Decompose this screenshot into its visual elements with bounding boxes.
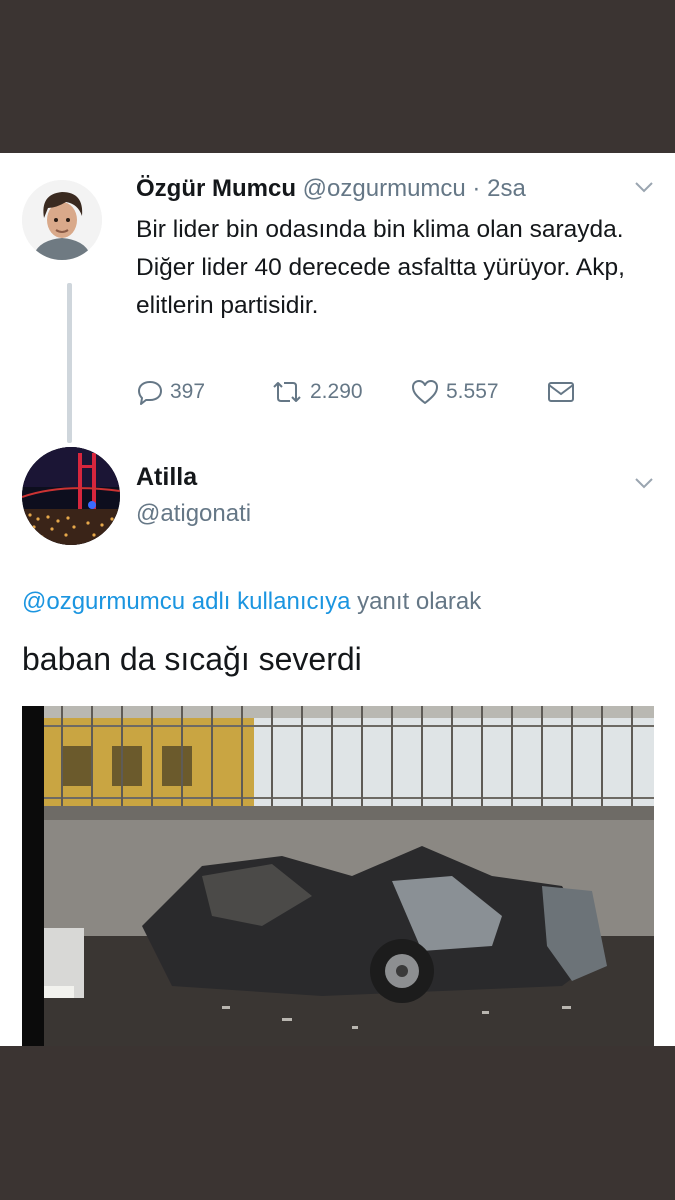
avatar[interactable] <box>22 447 120 545</box>
separator-dot: · <box>472 175 481 202</box>
replying-to-line: @ozgurmumcu adlı kullanıcıya yanıt olara… <box>22 588 481 616</box>
reply-icon <box>138 381 162 405</box>
chevron-down-icon[interactable] <box>634 177 654 200</box>
retweet-icon <box>273 382 301 402</box>
chevron-down-icon[interactable] <box>634 473 654 496</box>
bridge-night-photo <box>22 447 120 545</box>
retweet-count: 2.290 <box>310 380 363 403</box>
reply-author-handle[interactable]: @atigonati <box>136 500 251 528</box>
wrecked-car-photo <box>22 706 654 1046</box>
author-name[interactable]: Özgür Mumcu <box>136 175 296 202</box>
reply-media-photo[interactable] <box>22 706 654 1046</box>
tweet-header: Özgür Mumcu @ozgurmumcu · 2sa <box>136 175 526 203</box>
tweet-text: Bir lider bin odasında bin klima olan sa… <box>136 216 625 319</box>
dm-icon <box>548 382 574 402</box>
bottom-dark-band <box>0 1046 675 1200</box>
avatar-illustration <box>22 180 102 260</box>
reply-count: 397 <box>170 380 206 403</box>
reply-text: baban da sıcağı severdi <box>22 641 362 677</box>
like-icon <box>412 380 438 404</box>
reply-suffix: yanıt olarak <box>357 588 482 615</box>
author-handle[interactable]: @ozgurmumcu <box>303 175 466 202</box>
tweet-time[interactable]: 2sa <box>487 175 526 202</box>
avatar[interactable] <box>22 180 102 260</box>
retweet-button[interactable]: 2.290 <box>270 378 363 406</box>
reply-mention-link[interactable]: @ozgurmumcu adlı kullanıcıya <box>22 588 351 615</box>
like-button[interactable]: 5.557 <box>410 378 499 406</box>
reply-author-name[interactable]: Atilla <box>136 463 197 492</box>
tweet-actions: 397 2.290 5.557 <box>136 378 616 408</box>
like-count: 5.557 <box>446 380 499 403</box>
tweet-thread-card: Özgür Mumcu @ozgurmumcu · 2sa Bir lider … <box>0 153 675 1046</box>
direct-message-button[interactable] <box>546 378 576 406</box>
thread-connector-line <box>67 283 72 443</box>
reply-button[interactable]: 397 <box>136 378 205 406</box>
top-dark-band <box>0 0 675 153</box>
